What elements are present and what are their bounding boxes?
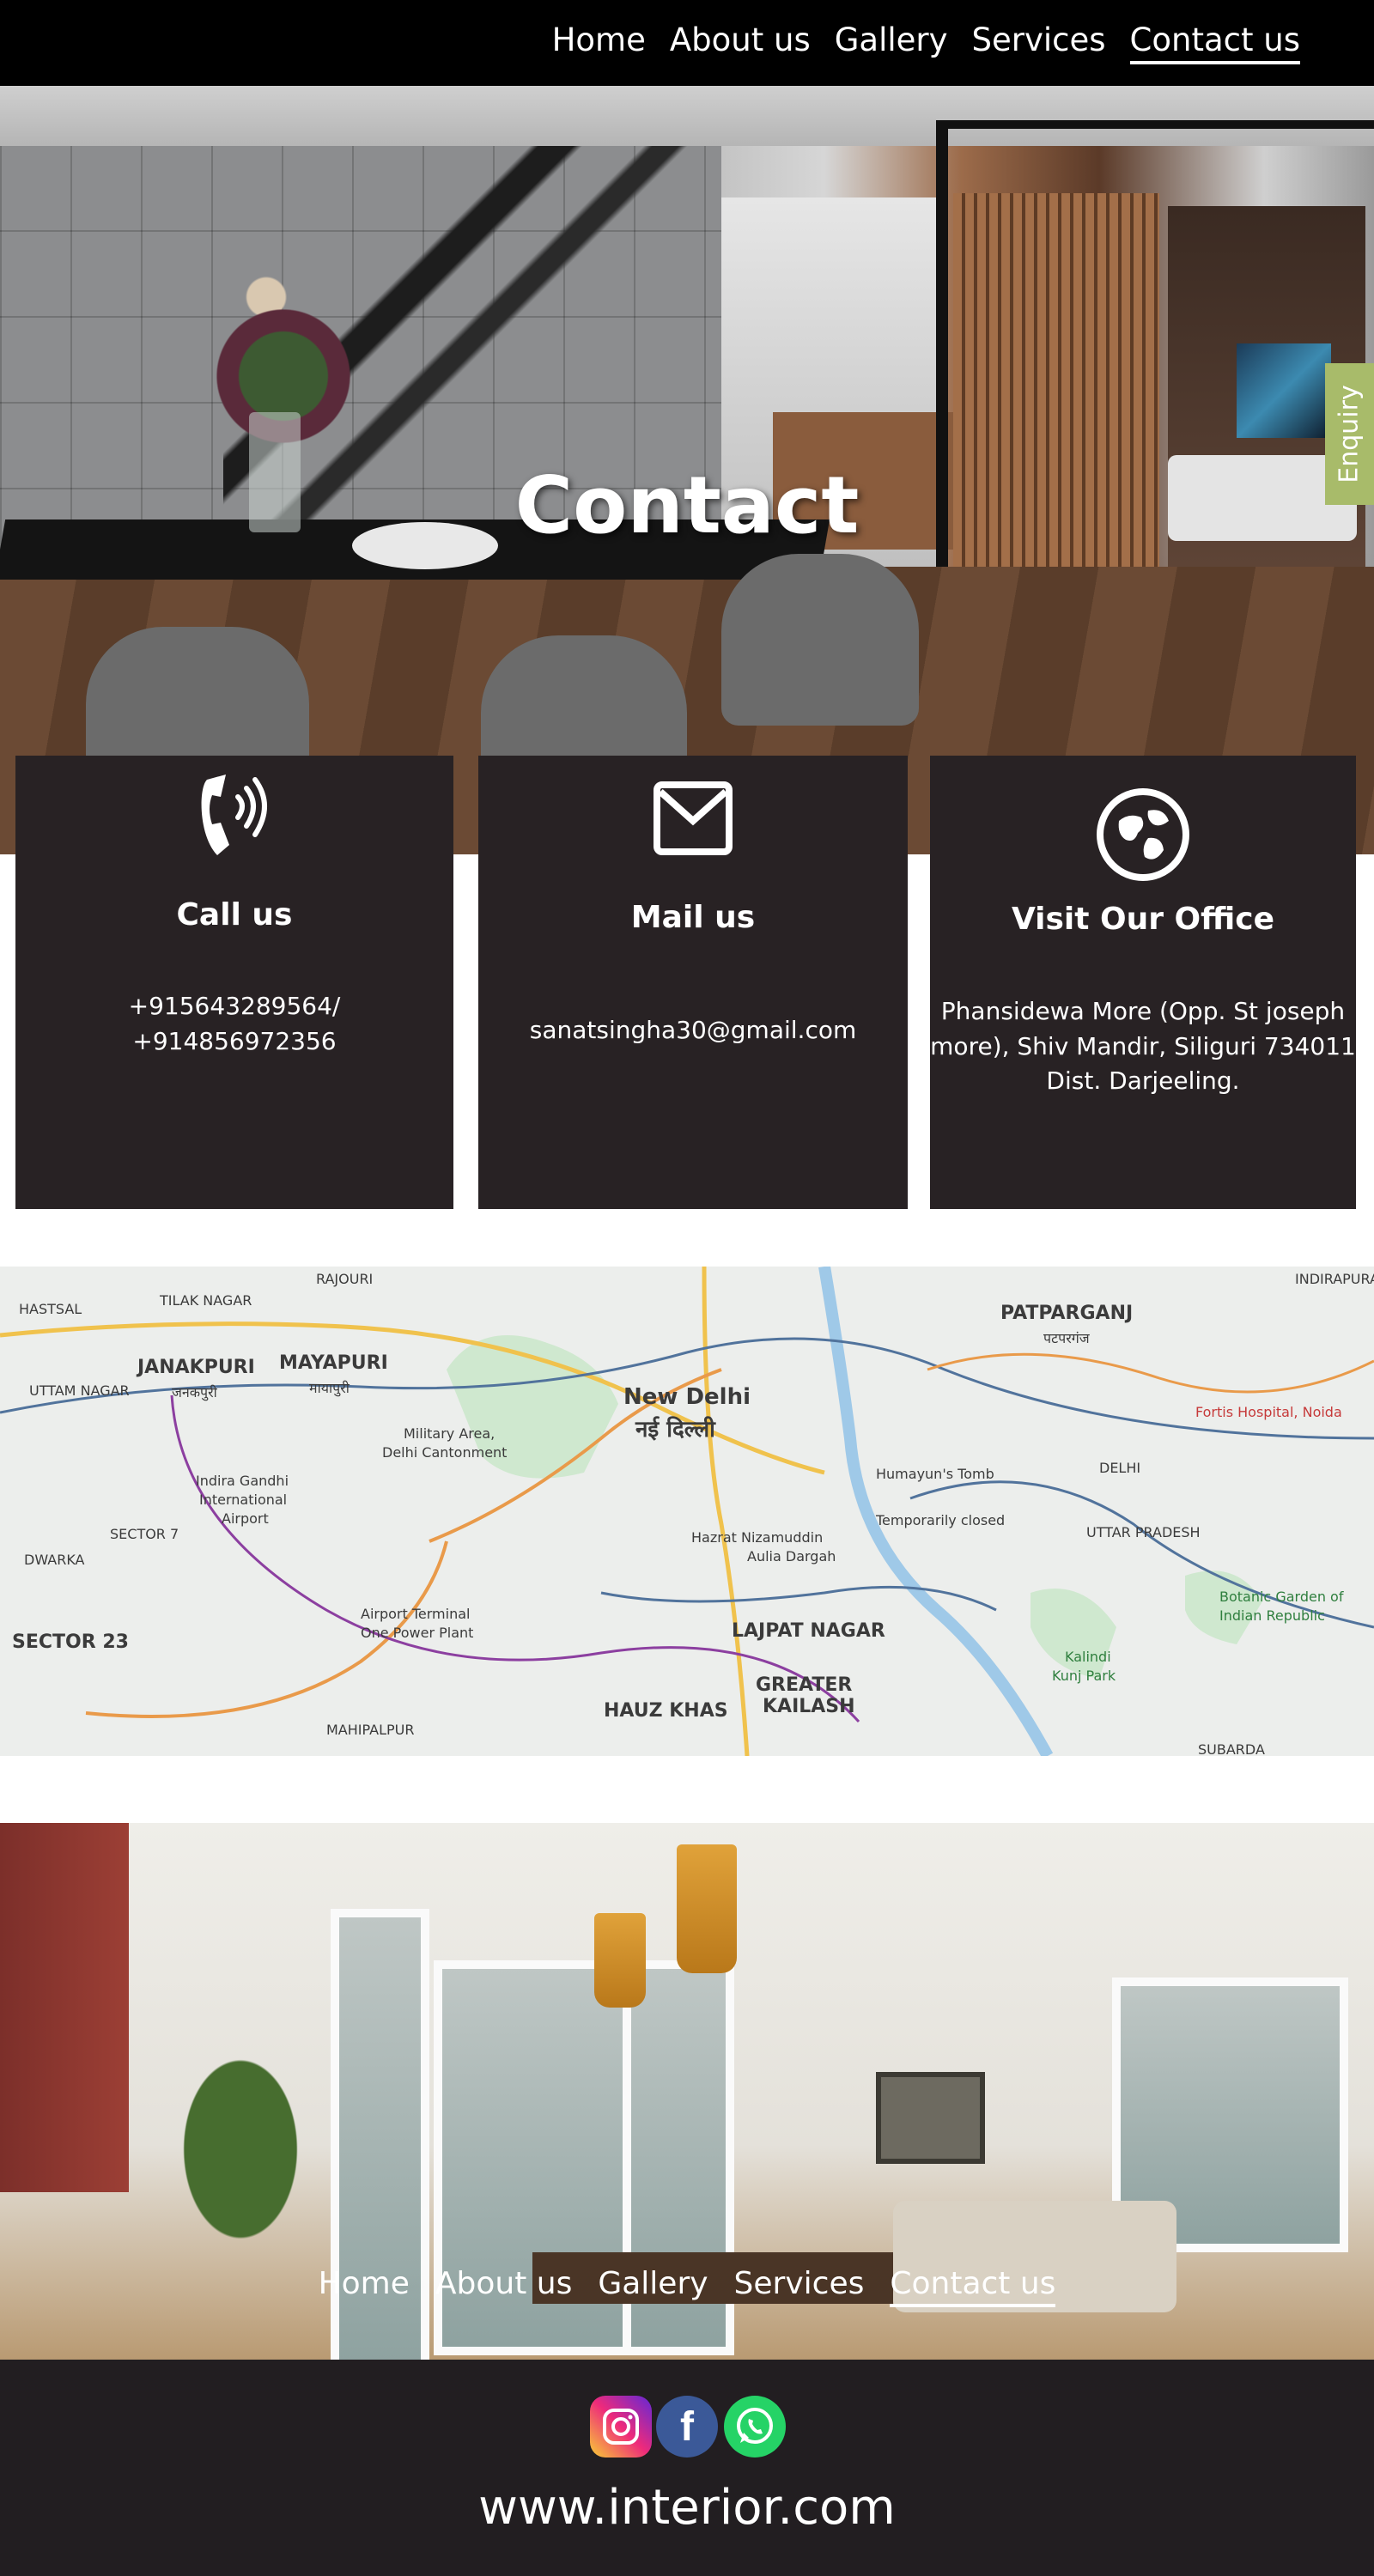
nav-gallery[interactable]: Gallery — [835, 21, 948, 64]
top-navbar: Home About us Gallery Services Contact u… — [0, 0, 1374, 86]
call-us-numbers: +915643289564/ +914856972356 — [15, 989, 453, 1059]
map-roads — [0, 1267, 1374, 1756]
map-label-indirapuram: INDIRAPURAM — [1295, 1271, 1374, 1287]
map-label-lajpat-nagar: LAJPAT NAGAR — [732, 1620, 885, 1642]
globe-icon — [1095, 787, 1191, 886]
map-label-patparganj-hindi: पटपरगंज — [1043, 1330, 1090, 1346]
footer-nav-about-us[interactable]: About us — [435, 2265, 572, 2307]
facebook-icon[interactable]: f — [656, 2396, 718, 2458]
nav-home[interactable]: Home — [552, 21, 646, 64]
whatsapp-icon[interactable] — [724, 2396, 786, 2458]
website-url[interactable]: www.interior.com — [0, 2480, 1374, 2536]
office-address: Phansidewa More (Opp. St joseph more), S… — [930, 994, 1356, 1099]
footer-nav: Home About us Gallery Services Contact u… — [0, 2265, 1374, 2308]
call-us-title: Call us — [176, 897, 293, 933]
email-address[interactable]: sanatsingha30@gmail.com — [478, 1013, 908, 1048]
map-label-sector-23: SECTOR 23 — [12, 1631, 129, 1653]
mail-us-card: Mail us sanatsingha30@gmail.com — [478, 756, 908, 1209]
map-label-hastsal: HASTSAL — [19, 1301, 82, 1317]
enquiry-label: Enquiry — [1334, 385, 1365, 483]
nav-contact-us[interactable]: Contact us — [1129, 21, 1300, 65]
map-label-new-delhi: New Delhi — [623, 1384, 751, 1410]
map-label-mayapuri: MAYAPURI — [279, 1352, 388, 1374]
map-label-military-area: Military Area, — [404, 1425, 495, 1442]
map-label-rajouri: RAJOURI — [316, 1271, 374, 1287]
mail-icon — [654, 781, 733, 859]
instagram-icon[interactable] — [590, 2396, 652, 2458]
room-pendant-lamp — [594, 1913, 646, 2008]
enquiry-tab[interactable]: Enquiry — [1325, 363, 1374, 505]
mail-us-address: sanatsingha30@gmail.com — [478, 1013, 908, 1048]
map-label-botanic-1: Botanic Garden of — [1219, 1589, 1344, 1605]
map-label-airport-terminal-1: Airport Terminal — [361, 1606, 471, 1622]
footer-nav-gallery[interactable]: Gallery — [598, 2265, 708, 2307]
map-label-delhi-cantonment: Delhi Cantonment — [382, 1444, 508, 1461]
map-label-igi-airport-2: International — [199, 1492, 288, 1508]
hero-chair — [721, 554, 919, 726]
visit-office-card: Visit Our Office Phansidewa More (Opp. S… — [930, 756, 1356, 1209]
map-label-botanic-2: Indian Republic — [1219, 1607, 1325, 1624]
phone-icon — [192, 762, 277, 869]
map-label-janakpuri: JANAKPURI — [137, 1357, 255, 1378]
map-label-airport-terminal-2: One Power Plant — [361, 1625, 474, 1641]
map-label-igi-airport-1: Indira Gandhi — [196, 1473, 289, 1489]
room-brick-wall — [0, 1823, 129, 2192]
office-address-line-2: more), Shiv Mandir, Siliguri 734011 — [930, 1031, 1356, 1060]
mail-us-title: Mail us — [630, 900, 756, 935]
visit-office-title: Visit Our Office — [1011, 902, 1275, 937]
nav-services[interactable]: Services — [972, 21, 1106, 64]
footer-nav-home[interactable]: Home — [319, 2265, 410, 2307]
nav-about-us[interactable]: About us — [670, 21, 811, 64]
page-title: Contact — [514, 459, 860, 551]
map-label-hauz-khas: HAUZ KHAS — [604, 1700, 728, 1722]
footer-nav-contact-us[interactable]: Contact us — [890, 2265, 1056, 2308]
map-label-igi-airport-3: Airport — [222, 1510, 269, 1527]
map-label-kalindi-1: Kalindi — [1065, 1649, 1111, 1665]
map-label-hazrat-2: Aulia Dargah — [747, 1548, 836, 1564]
map-label-hazrat-1: Hazrat Nizamuddin — [691, 1529, 824, 1546]
map-label-uttar-pradesh: UTTAR PRADESH — [1086, 1524, 1201, 1540]
footer-nav-services[interactable]: Services — [734, 2265, 865, 2307]
map-label-greater-kailash-2: KAILASH — [763, 1696, 855, 1717]
map-label-greater-kailash-1: GREATER — [756, 1674, 853, 1696]
location-map[interactable]: New Delhi नई दिल्ली JANAKPURI जनकपुरी MA… — [0, 1267, 1374, 1756]
phone-number-1[interactable]: +915643289564/ — [15, 989, 453, 1024]
phone-number-2[interactable]: +914856972356 — [15, 1024, 453, 1060]
map-label-temporarily-closed: Temporarily closed — [876, 1512, 1006, 1528]
map-label-mayapuri-hindi: मायापुरी — [309, 1380, 350, 1396]
map-label-patparganj: PATPARGANJ — [1000, 1303, 1134, 1324]
call-us-card: Call us +915643289564/ +914856972356 — [15, 756, 453, 1209]
facebook-glyph: f — [680, 2403, 694, 2450]
map-label-subarda: SUBARDA — [1198, 1741, 1265, 1756]
map-label-kalindi-2: Kunj Park — [1052, 1668, 1116, 1684]
map-label-sector-7: SECTOR 7 — [110, 1526, 179, 1542]
map-label-uttam-nagar: UTTAM NAGAR — [29, 1382, 130, 1399]
office-address-line-1: Phansidewa More (Opp. St joseph — [940, 997, 1346, 1025]
footer: f www.interior.com — [0, 2360, 1374, 2576]
map-label-fortis: Fortis Hospital, Noida — [1195, 1404, 1342, 1420]
office-address-line-3: Dist. Darjeeling. — [1046, 1066, 1240, 1096]
map-label-janakpuri-hindi: जनकपुरी — [172, 1384, 217, 1400]
map-label-humayuns-tomb: Humayun's Tomb — [876, 1466, 994, 1482]
room-picture-frame — [876, 2072, 985, 2164]
map-label-delhi: DELHI — [1099, 1460, 1141, 1476]
hero-painting — [1237, 343, 1331, 438]
map-label-dwarka: DWARKA — [24, 1552, 85, 1568]
map-label-tilak-nagar: TILAK NAGAR — [160, 1292, 252, 1309]
room-pendant-lamp — [677, 1844, 737, 1973]
map-label-mahipalpur: MAHIPALPUR — [326, 1722, 415, 1738]
map-label-new-delhi-hindi: नई दिल्ली — [635, 1417, 715, 1443]
top-nav-links: Home About us Gallery Services Contact u… — [552, 21, 1300, 65]
